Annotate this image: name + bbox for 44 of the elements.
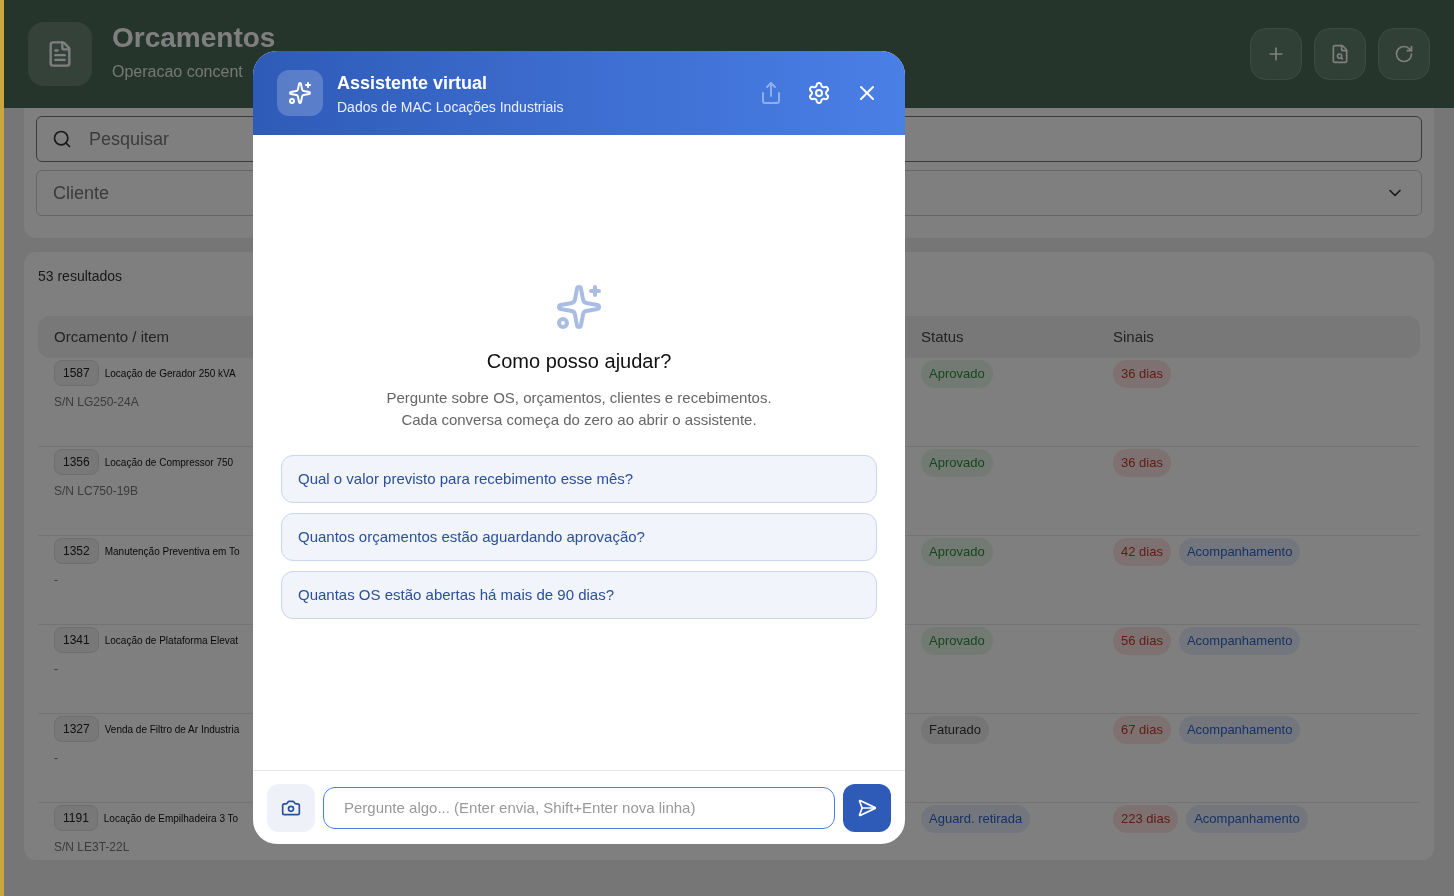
serial-number: S/N LE3T-22L <box>54 839 130 855</box>
signal-tag: Acompanhamento <box>1178 627 1301 655</box>
status-tag: Faturado <box>921 716 990 744</box>
serial-number: - <box>54 572 58 588</box>
dialog-title: Assistente virtual <box>337 72 489 95</box>
item-name: Locação de Plataforma Elevat <box>104 633 239 648</box>
serial-number: S/N LG250-24A <box>54 394 139 410</box>
quote-number-tag: 1191 <box>54 805 98 831</box>
page-title: Orcamentos <box>112 24 276 52</box>
results-count: 53 resultados <box>38 268 123 284</box>
status-tag: Aprovado <box>921 538 993 566</box>
item-name: Locação de Empilhadeira 3 To <box>103 811 239 826</box>
item-name: Locação de Compressor 750 <box>104 455 234 470</box>
empty-state-description: Cada conversa começa do zero ao abrir o assistente. <box>401 410 757 430</box>
item-name: Venda de Filtro de Ar Industria <box>104 722 240 737</box>
quote-number-tag: 1356 <box>54 449 99 475</box>
signal-tag: Acompanhamento <box>1186 805 1308 833</box>
status-tag: Aprovado <box>921 360 993 388</box>
signal-tag: 223 dias <box>1113 805 1179 833</box>
signal-tag: 36 dias <box>1113 360 1171 388</box>
quote-number-tag: 1341 <box>54 627 99 653</box>
signal-tag: 67 dias <box>1113 716 1171 744</box>
empty-state-description: Pergunte sobre OS, orçamentos, clientes e recebimentos. <box>386 388 772 408</box>
signal-tag: 56 dias <box>1113 627 1171 655</box>
signal-tag: 36 dias <box>1113 449 1171 477</box>
serial-number: S/N LC750-19B <box>54 483 139 499</box>
dialog-subtitle: Dados de MAC Locações Industriais <box>337 98 565 117</box>
quote-number-tag: 1327 <box>54 716 99 742</box>
item-name: Manutenção Preventiva em To <box>104 544 240 559</box>
status-tag: Aguard. retirada <box>921 805 1031 833</box>
status-tag: Aprovado <box>921 449 993 477</box>
signal-tag: Acompanhamento <box>1178 716 1301 744</box>
serial-number: - <box>54 750 58 766</box>
serial-number: - <box>54 661 58 677</box>
column-header: Status <box>921 326 965 347</box>
column-header: Sinais <box>1113 326 1155 347</box>
quote-number-tag: 1352 <box>54 538 99 564</box>
signal-tag: Acompanhamento <box>1178 538 1301 566</box>
signal-tag: 42 dias <box>1113 538 1171 566</box>
column-header: Orcamento / item <box>54 326 171 347</box>
quote-number-tag: 1587 <box>54 360 99 386</box>
status-tag: Aprovado <box>921 627 993 655</box>
page-subtitle: Operacao concent <box>112 62 243 82</box>
item-name: Locação de Gerador 250 kVA <box>104 366 236 381</box>
